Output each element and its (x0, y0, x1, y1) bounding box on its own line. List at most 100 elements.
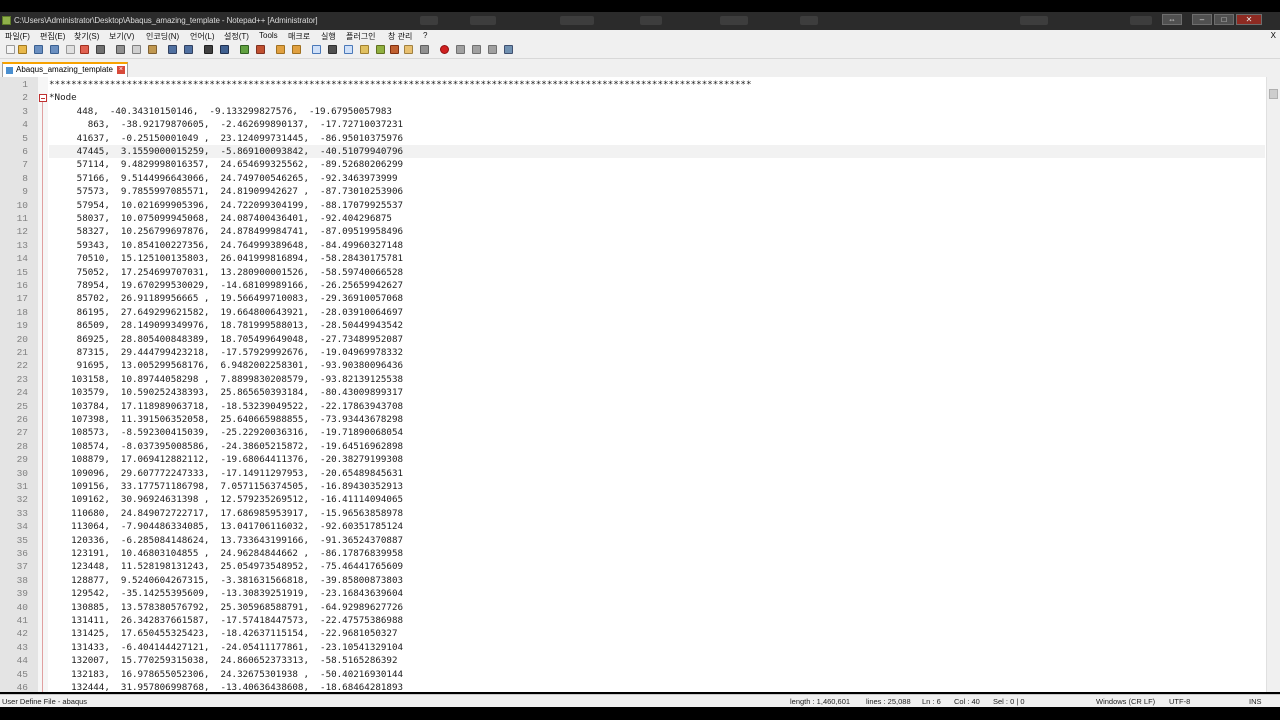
redo-icon[interactable] (184, 45, 193, 54)
menu-plugins[interactable]: 플러그인 (346, 31, 375, 42)
code-line[interactable]: 108879, 17.069412882112, -19.68064411376… (49, 453, 403, 466)
code-line[interactable]: 57114, 9.4829998016357, 24.654699325562,… (49, 158, 403, 171)
code-line[interactable]: 57573, 9.7855997085571, 24.81909942627 ,… (49, 185, 403, 198)
code-line[interactable]: 110680, 24.849072722717, 17.686985953917… (49, 507, 403, 520)
code-line[interactable]: 108573, -8.592300415039, -25.22920036316… (49, 426, 403, 439)
code-line[interactable]: 109156, 33.177571186798, 7.0571156374505… (49, 480, 403, 493)
menu-search[interactable]: 찾기(S) (74, 31, 99, 42)
fold-collapse-icon[interactable] (39, 94, 47, 102)
tab-close-icon[interactable]: × (116, 66, 125, 74)
doc-map-icon[interactable] (376, 45, 385, 54)
code-line[interactable]: 131411, 26.342837661587, -17.57418447573… (49, 614, 403, 627)
code-line[interactable]: 86925, 28.805400848389, 18.705499649048,… (49, 333, 403, 346)
menu-view[interactable]: 보기(V) (109, 31, 134, 42)
code-line[interactable]: 109096, 29.607772247333, -17.14911297953… (49, 467, 403, 480)
code-line[interactable]: 85702, 26.91189956665 , 19.566499710083,… (49, 292, 403, 305)
sync-horizontal-icon[interactable] (292, 45, 301, 54)
code-line[interactable]: 132007, 15.770259315038, 24.860652373313… (49, 654, 397, 667)
run-macro-multiple-icon[interactable] (488, 45, 497, 54)
code-line[interactable]: 87315, 29.444799423218, -17.57929992676,… (49, 346, 403, 359)
code-line[interactable]: 103158, 10.89744058298 , 7.8899830208579… (49, 373, 403, 386)
save-icon[interactable] (34, 45, 43, 54)
code-line[interactable]: 107398, 11.391506352058, 25.640665988855… (49, 413, 403, 426)
code-line[interactable]: 70510, 15.125100135803, 26.041999816894,… (49, 252, 403, 265)
sync-vertical-icon[interactable] (276, 45, 285, 54)
undo-icon[interactable] (168, 45, 177, 54)
code-line[interactable]: 57166, 9.5144996643066, 24.749700546265,… (49, 172, 398, 185)
copy-icon[interactable] (132, 45, 141, 54)
paste-icon[interactable] (148, 45, 157, 54)
menu-macro[interactable]: 매크로 (288, 31, 310, 42)
word-wrap-icon[interactable] (312, 45, 321, 54)
code-line[interactable]: *Node (49, 91, 77, 104)
text-editor[interactable]: 1 2 3 4 5 6 7 8 9 10 11 12 13 14 15 16 17 18 19 20 21 22 23 24 2… (0, 77, 1280, 692)
zoom-in-icon[interactable] (240, 45, 249, 54)
code-line[interactable]: 91695, 13.005299568176, 6.9482002258301,… (49, 359, 403, 372)
code-line[interactable]: 103784, 17.118989063718, -18.53239049522… (49, 400, 403, 413)
show-all-chars-icon[interactable] (328, 45, 337, 54)
code-line[interactable]: 109162, 30.96924631398 , 12.579235269512… (49, 493, 403, 506)
code-line[interactable]: 57954, 10.021699905396, 24.722099304199,… (49, 199, 403, 212)
user-language-icon[interactable] (360, 45, 369, 54)
scrollbar-thumb[interactable] (1269, 89, 1278, 99)
new-file-icon[interactable] (6, 45, 15, 54)
function-list-icon[interactable] (390, 45, 399, 54)
minimize-button[interactable]: – (1192, 14, 1212, 25)
menu-encoding[interactable]: 인코딩(N) (146, 31, 179, 42)
print-icon[interactable] (96, 45, 105, 54)
code-line[interactable]: 123448, 11.528198131243, 25.054973548952… (49, 560, 403, 573)
indent-guide-icon[interactable] (344, 45, 353, 54)
close-file-icon[interactable] (66, 45, 75, 54)
code-line[interactable]: 113064, -7.904486334085, 13.041706116032… (49, 520, 403, 533)
menu-run[interactable]: 실행 (321, 31, 336, 42)
close-document-icon[interactable]: X (1271, 31, 1276, 40)
code-line[interactable]: 78954, 19.670299530029, -14.68109989166,… (49, 279, 403, 292)
zoom-out-icon[interactable] (256, 45, 265, 54)
current-code-line[interactable]: 47445, 3.1559000015259, -5.869100093842,… (49, 145, 1265, 159)
code-line[interactable]: 75052, 17.254699707031, 13.280900001526,… (49, 266, 403, 279)
code-line[interactable]: 58037, 10.075099945068, 24.087400436401,… (49, 212, 392, 225)
tab-abaqus-template[interactable]: Abaqus_amazing_template × (2, 62, 128, 78)
cut-icon[interactable] (116, 45, 125, 54)
code-line[interactable]: 132444, 31.957806998768, -13.40636438608… (49, 681, 403, 692)
code-line[interactable]: 132183, 16.978655052306, 24.32675301938 … (49, 668, 403, 681)
vertical-scrollbar[interactable] (1266, 77, 1280, 692)
code-line[interactable]: 123191, 10.46803104855 , 24.96284844662 … (49, 547, 403, 560)
code-line[interactable]: 130885, 13.578380576792, 25.305968588791… (49, 601, 403, 614)
menu-tools[interactable]: Tools (259, 31, 278, 40)
code-line[interactable]: 86509, 28.149099349976, 18.781999588013,… (49, 319, 403, 332)
find-icon[interactable] (204, 45, 213, 54)
replace-icon[interactable] (220, 45, 229, 54)
menu-language[interactable]: 언어(L) (190, 31, 215, 42)
folder-workspace-icon[interactable] (404, 45, 413, 54)
code-line[interactable]: 120336, -6.285084148624, 13.733643199166… (49, 534, 403, 547)
code-line[interactable]: 131433, -6.404144427121, -24.05411177861… (49, 641, 403, 654)
code-line[interactable]: 863, -38.92179870605, -2.462699890137, -… (49, 118, 403, 131)
close-window-button[interactable]: ✕ (1236, 14, 1262, 25)
maximize-button[interactable]: □ (1214, 14, 1234, 25)
code-line[interactable]: 128877, 9.5240604267315, -3.381631566818… (49, 574, 403, 587)
close-all-icon[interactable] (80, 45, 89, 54)
code-line[interactable]: 129542, -35.14255395609, -13.30839251919… (49, 587, 403, 600)
menu-file[interactable]: 파일(F) (5, 31, 30, 42)
save-macro-icon[interactable] (504, 45, 513, 54)
fold-margin[interactable] (38, 77, 48, 692)
code-line[interactable]: 448, -40.34310150146, -9.133299827576, -… (49, 105, 392, 118)
menu-edit[interactable]: 편집(E) (40, 31, 65, 42)
play-macro-icon[interactable] (472, 45, 481, 54)
open-file-icon[interactable] (18, 45, 27, 54)
stop-macro-icon[interactable] (456, 45, 465, 54)
save-all-icon[interactable] (50, 45, 59, 54)
menu-settings[interactable]: 설정(T) (224, 31, 249, 42)
code-line[interactable]: 108574, -8.037395008586, -24.38605215872… (49, 440, 403, 453)
code-line[interactable]: ****************************************… (49, 78, 751, 91)
code-line[interactable]: 86195, 27.649299621582, 19.664800643921,… (49, 306, 403, 319)
code-line[interactable]: 41637, -0.25150001049 , 23.124099731445,… (49, 132, 403, 145)
code-line[interactable]: 59343, 10.854100227356, 24.764999389648,… (49, 239, 403, 252)
restore-icon[interactable]: ⇔ (1162, 14, 1182, 25)
monitoring-icon[interactable] (420, 45, 429, 54)
code-line[interactable]: 58327, 10.256799697876, 24.878499984741,… (49, 225, 403, 238)
menu-window[interactable]: 창 관리 (388, 31, 412, 42)
code-line[interactable]: 131425, 17.650455325423, -18.42637115154… (49, 627, 397, 640)
menu-help[interactable]: ? (423, 31, 427, 40)
